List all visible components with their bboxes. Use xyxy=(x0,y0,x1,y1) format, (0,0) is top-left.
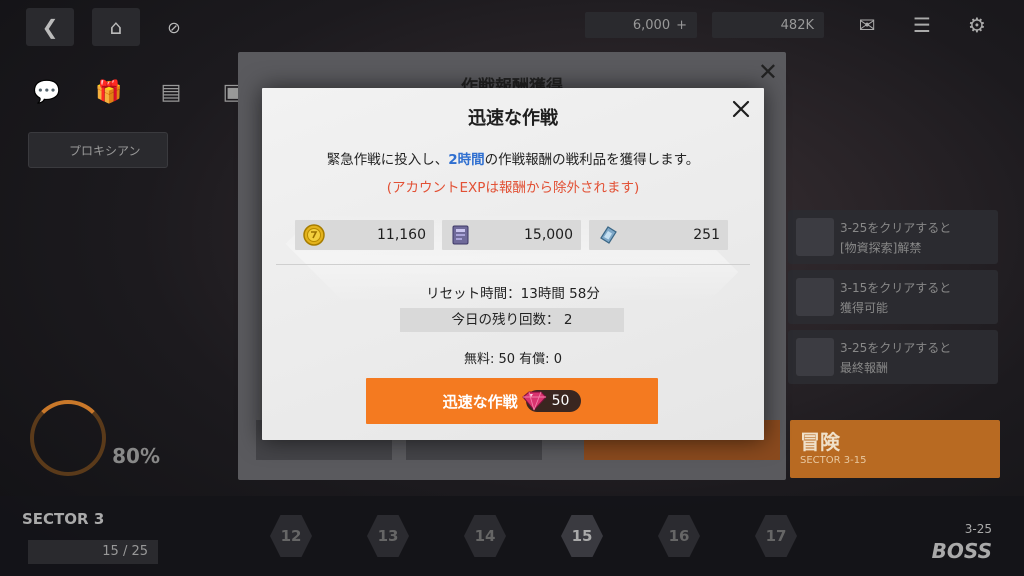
sector-label: SECTOR 3 xyxy=(22,510,105,528)
modal-description: 緊急作戦に投入し、2時間の作戦報酬の戦利品を獲得します。 xyxy=(326,152,700,168)
stage-nodes: 12 13 14 15 16 17 xyxy=(270,515,797,557)
exp-exclusion-note: (アカウントEXPは報酬から除外されます) xyxy=(386,180,640,196)
chevron-left-icon: ❮ xyxy=(41,15,59,39)
side-item-thumb xyxy=(796,278,834,316)
coin-counter: 482K xyxy=(712,12,824,38)
home-button[interactable]: ⌂ xyxy=(92,8,140,46)
menu-button[interactable]: ☰ xyxy=(905,10,939,40)
boss-stage[interactable]: 3-25 BOSS xyxy=(932,518,992,565)
reward-item-gold[interactable]: 11,160 xyxy=(295,220,434,250)
side-item[interactable]: 3-15をクリアすると 獲得可能 xyxy=(788,270,998,324)
gem-icon xyxy=(521,391,547,411)
cost-pill: 50 xyxy=(521,390,582,412)
mail-button[interactable]: ✉ xyxy=(850,10,884,40)
outpost-progress[interactable]: 80% xyxy=(30,400,170,480)
chat-icon[interactable]: 💬 xyxy=(30,75,64,109)
side-item[interactable]: 3-25をクリアすると 最終報酬 xyxy=(788,330,998,384)
settings-button[interactable]: ⚙ xyxy=(960,10,994,40)
quick-battle-modal: 迅速な作戦 緊急作戦に投入し、2時間の作戦報酬の戦利品を獲得します。 (アカウン… xyxy=(262,88,764,440)
top-bar: ❮ ⌂ ⊘ 6,000 + 482K ✉ ☰ ⚙ xyxy=(0,0,1024,52)
side-item-thumb xyxy=(796,338,834,376)
home-icon: ⌂ xyxy=(109,15,123,39)
back-button[interactable]: ❮ xyxy=(26,8,74,46)
data-chip-icon xyxy=(452,225,469,245)
reward-item-core-dust[interactable]: 251 xyxy=(589,220,728,250)
menu-icon: ☰ xyxy=(913,13,931,37)
close-icon xyxy=(732,100,750,118)
core-dust-icon xyxy=(600,226,617,244)
hide-ui-button[interactable]: ⊘ xyxy=(150,8,198,46)
progress-ring xyxy=(30,400,106,476)
stage-node-current[interactable]: 15 xyxy=(561,515,603,557)
sector-count: 15 / 25 xyxy=(28,540,158,564)
gold-coin-icon xyxy=(303,224,325,246)
stage-node[interactable]: 17 xyxy=(755,515,797,557)
modal-divider xyxy=(276,264,750,265)
eye-slash-icon: ⊘ xyxy=(167,17,181,37)
adventure-button[interactable]: 冒険 SECTOR 3-15 xyxy=(790,420,1000,478)
close-button[interactable] xyxy=(728,96,754,122)
stage-node[interactable]: 14 xyxy=(464,515,506,557)
stage-node[interactable]: 16 xyxy=(658,515,700,557)
reward-item-data[interactable]: 15,000 xyxy=(442,220,581,250)
stage-node[interactable]: 12 xyxy=(270,515,312,557)
reward-list: 11,160 15,000 251 xyxy=(295,220,728,250)
left-shortcuts: 💬 🎁 ▤ ▣ xyxy=(30,75,250,109)
proxy-tag[interactable]: プロキシアン xyxy=(28,132,168,168)
modal-title: 迅速な作戦 xyxy=(468,108,558,129)
stage-node[interactable]: 13 xyxy=(367,515,409,557)
reset-time: リセット時間：13時間 58分 xyxy=(426,286,600,302)
mail-icon: ✉ xyxy=(858,13,876,37)
gift-icon[interactable]: 🎁 xyxy=(92,75,126,109)
side-item-thumb xyxy=(796,218,834,256)
duration-highlight: 2時間 xyxy=(448,152,485,168)
remaining-count: 今日の残り回数： 2 xyxy=(400,308,624,332)
ticket-counter: 6,000 + xyxy=(585,12,697,38)
notice-icon[interactable]: ▤ xyxy=(154,75,188,109)
gem-balance: 無料: 50 有償: 0 xyxy=(464,352,562,367)
gear-icon: ⚙ xyxy=(968,13,986,37)
quick-battle-button[interactable]: 迅速な作戦 50 xyxy=(366,378,658,424)
side-item[interactable]: 3-25をクリアすると [物資探索]解禁 xyxy=(788,210,998,264)
ticket-plus-button[interactable]: + xyxy=(676,18,687,33)
close-icon[interactable]: ✕ xyxy=(758,58,778,86)
side-unlock-list: 3-25をクリアすると [物資探索]解禁 3-15をクリアすると 獲得可能 3-… xyxy=(788,210,998,390)
